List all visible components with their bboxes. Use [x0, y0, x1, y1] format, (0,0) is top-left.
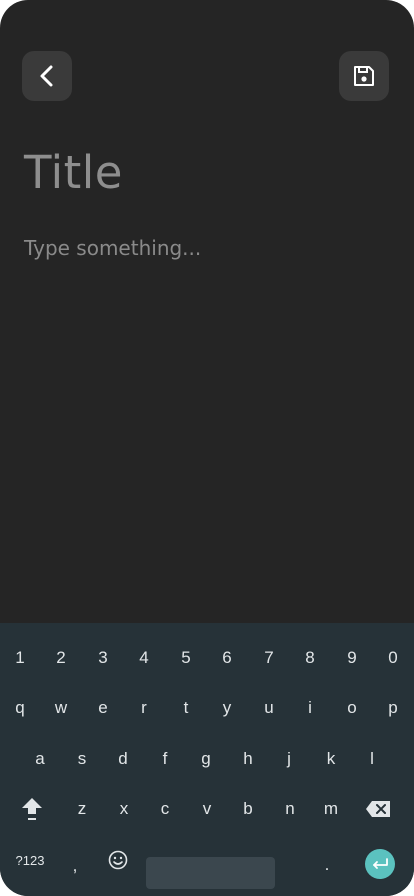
key-q[interactable]: q — [0, 686, 40, 730]
key-6[interactable]: 6 — [207, 636, 247, 680]
smiley-icon — [108, 850, 128, 870]
key-2[interactable]: 2 — [41, 636, 81, 680]
key-a[interactable]: a — [20, 737, 60, 781]
backspace-key[interactable] — [358, 787, 398, 831]
key-u[interactable]: u — [249, 686, 289, 730]
enter-arrow-icon — [373, 858, 388, 869]
key-f[interactable]: f — [145, 737, 185, 781]
key-k[interactable]: k — [311, 737, 351, 781]
key-3[interactable]: 3 — [83, 636, 123, 680]
key-s[interactable]: s — [62, 737, 102, 781]
key-d[interactable]: d — [103, 737, 143, 781]
keyboard-row-zxcv: z x c v b n m — [0, 787, 414, 831]
key-9[interactable]: 9 — [332, 636, 372, 680]
comma-key[interactable]: , — [55, 838, 95, 882]
key-r[interactable]: r — [124, 686, 164, 730]
key-l[interactable]: l — [352, 737, 392, 781]
note-editor-screen: Title Type something... 1 2 3 4 5 6 7 8 … — [0, 0, 414, 896]
key-m[interactable]: m — [311, 787, 351, 831]
note-body-input[interactable]: Type something... — [24, 236, 201, 260]
key-v[interactable]: v — [187, 787, 227, 831]
key-z[interactable]: z — [62, 787, 102, 831]
space-bar[interactable] — [146, 857, 275, 889]
floppy-disk-icon — [354, 66, 374, 86]
key-e[interactable]: e — [83, 686, 123, 730]
key-h[interactable]: h — [228, 737, 268, 781]
keyboard-row-qwerty: q w e r t y u i o p — [0, 686, 414, 730]
key-g[interactable]: g — [186, 737, 226, 781]
shift-arrow-icon — [22, 798, 42, 820]
keyboard-row-asdf: a s d f g h j k l — [0, 737, 414, 781]
key-n[interactable]: n — [270, 787, 310, 831]
key-o[interactable]: o — [332, 686, 372, 730]
backspace-icon — [366, 801, 390, 817]
key-t[interactable]: t — [166, 686, 206, 730]
emoji-key[interactable] — [98, 838, 138, 882]
key-0[interactable]: 0 — [373, 636, 413, 680]
back-button[interactable] — [22, 51, 72, 101]
title-input[interactable]: Title — [24, 146, 123, 199]
symbols-key[interactable]: ?123 — [6, 838, 54, 882]
key-5[interactable]: 5 — [166, 636, 206, 680]
key-c[interactable]: c — [145, 787, 185, 831]
enter-key[interactable] — [365, 849, 395, 879]
key-b[interactable]: b — [228, 787, 268, 831]
key-7[interactable]: 7 — [249, 636, 289, 680]
soft-keyboard: 1 2 3 4 5 6 7 8 9 0 q w e r t y u i o p … — [0, 623, 414, 896]
key-8[interactable]: 8 — [290, 636, 330, 680]
key-y[interactable]: y — [207, 686, 247, 730]
key-1[interactable]: 1 — [0, 636, 40, 680]
key-w[interactable]: w — [41, 686, 81, 730]
key-i[interactable]: i — [290, 686, 330, 730]
key-x[interactable]: x — [104, 787, 144, 831]
keyboard-number-row: 1 2 3 4 5 6 7 8 9 0 — [0, 636, 414, 680]
chevron-left-icon — [40, 65, 53, 87]
shift-key[interactable] — [12, 787, 52, 831]
key-4[interactable]: 4 — [124, 636, 164, 680]
save-button[interactable] — [339, 51, 389, 101]
period-key[interactable]: . — [307, 838, 347, 882]
keyboard-bottom-row: ?123 , . — [0, 838, 414, 889]
key-j[interactable]: j — [269, 737, 309, 781]
key-p[interactable]: p — [373, 686, 413, 730]
